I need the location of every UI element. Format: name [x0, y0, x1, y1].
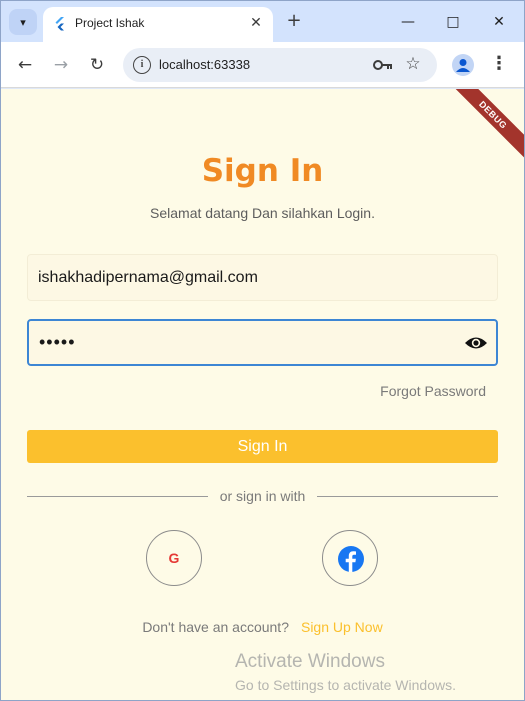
- back-icon[interactable]: ←: [14, 54, 36, 76]
- signup-row: Don't have an account? Sign Up Now: [1, 619, 524, 635]
- page-title: Sign In: [201, 153, 324, 189]
- app-page: DEBUG Sign In Selamat datang Dan silahka…: [1, 89, 524, 700]
- email-field[interactable]: [27, 254, 498, 301]
- activate-windows-subtitle: Go to Settings to activate Windows.: [235, 677, 456, 693]
- maximize-icon[interactable]: □: [439, 9, 467, 35]
- tab-strip: ▾ Project Ishak ✕ + — □ ✕: [1, 1, 524, 42]
- flutter-icon: [55, 17, 64, 31]
- facebook-sign-in-button[interactable]: [322, 530, 378, 586]
- activate-windows-title: Activate Windows: [235, 651, 385, 672]
- tab-search-button[interactable]: ▾: [9, 9, 37, 35]
- password-field[interactable]: [27, 319, 498, 366]
- password-input[interactable]: [39, 321, 459, 364]
- facebook-icon: [338, 546, 364, 572]
- tab-title: Project Ishak: [75, 16, 145, 30]
- forgot-password-link[interactable]: Forgot Password: [380, 383, 486, 399]
- profile-avatar-icon[interactable]: [452, 54, 474, 76]
- sign-in-button[interactable]: Sign In: [27, 430, 498, 463]
- address-bar[interactable]: i localhost:63338 ☆: [123, 48, 437, 82]
- browser-toolbar: ← → ↻ i localhost:63338 ☆ ⋮: [1, 42, 524, 88]
- url-text[interactable]: localhost:63338: [159, 57, 250, 72]
- key-icon[interactable]: [373, 57, 393, 73]
- site-info-icon[interactable]: i: [133, 56, 151, 74]
- close-window-icon[interactable]: ✕: [485, 9, 513, 35]
- page-subtitle: Selamat datang Dan silahkan Login.: [150, 205, 375, 221]
- browser-window: ▾ Project Ishak ✕ + — □ ✕ ← → ↻ i localh…: [0, 0, 525, 701]
- chevron-down-icon: ▾: [20, 15, 26, 29]
- new-tab-icon[interactable]: +: [283, 11, 305, 33]
- google-sign-in-button[interactable]: G: [146, 530, 202, 586]
- browser-menu-icon[interactable]: ⋮: [489, 53, 509, 77]
- divider-text: or sign in with: [219, 488, 306, 504]
- forward-icon[interactable]: →: [50, 54, 72, 76]
- sign-up-link[interactable]: Sign Up Now: [301, 619, 383, 635]
- no-account-text: Don't have an account?: [142, 619, 289, 635]
- browser-tab[interactable]: Project Ishak ✕: [43, 7, 273, 42]
- reload-icon[interactable]: ↻: [86, 54, 108, 76]
- email-input[interactable]: [38, 255, 458, 300]
- bookmark-star-icon[interactable]: ☆: [403, 54, 423, 74]
- google-icon: G: [168, 550, 180, 566]
- minimize-icon[interactable]: —: [394, 9, 422, 35]
- close-tab-icon[interactable]: ✕: [247, 14, 265, 32]
- eye-icon[interactable]: [464, 333, 488, 353]
